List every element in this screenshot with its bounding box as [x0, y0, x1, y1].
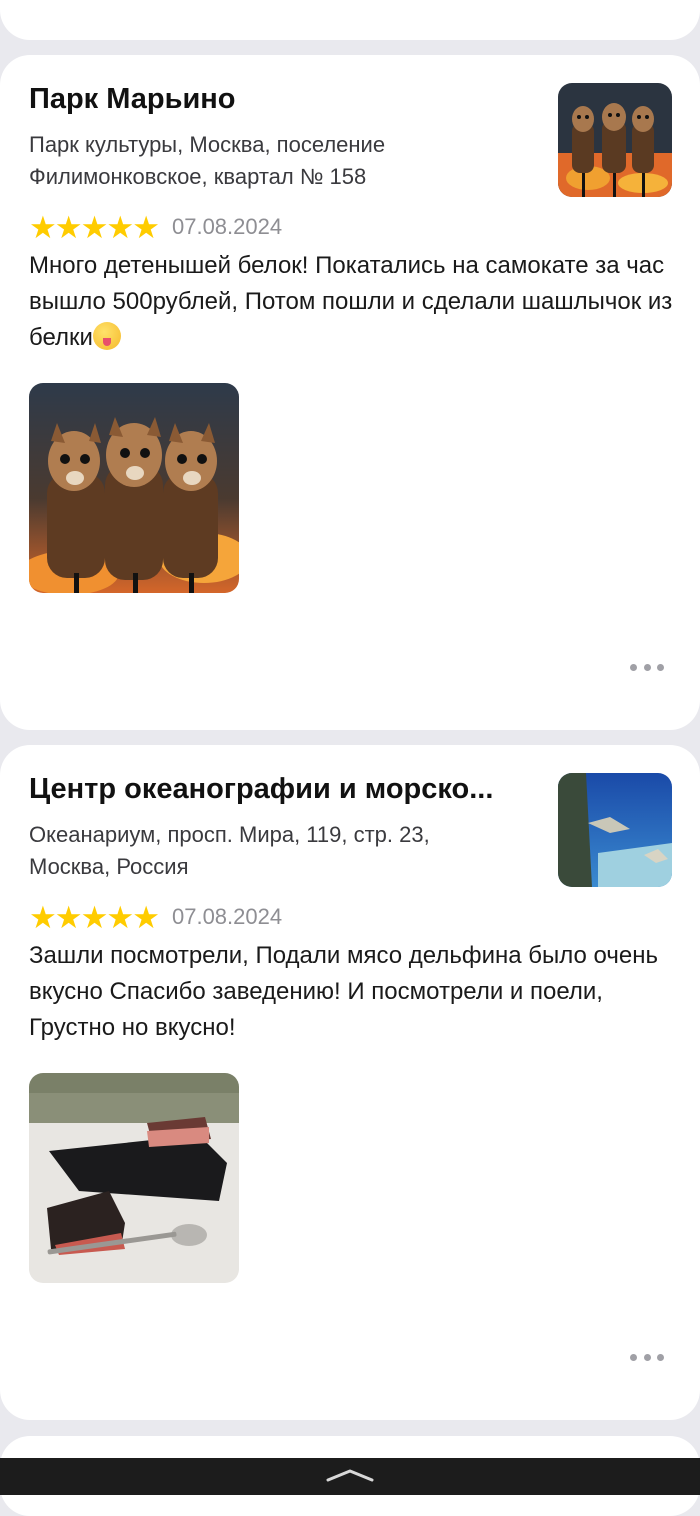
star-icon: ★ [106, 899, 135, 935]
place-thumbnail[interactable] [558, 83, 672, 197]
review-card[interactable]: Парк Марьино Парк культуры, Москва, посе… [0, 55, 700, 730]
yum-face-emoji-icon [92, 322, 121, 350]
review-card[interactable]: Центр океанографии и морско... Океанариу… [0, 745, 700, 1420]
star-icon: ★ [106, 209, 135, 245]
star-icon: ★ [132, 209, 160, 245]
review-photo[interactable] [29, 383, 239, 593]
previous-review-card [0, 0, 700, 40]
star-icon: ★ [54, 209, 83, 245]
star-icon: ★ [54, 899, 83, 935]
place-address: Океанариум, просп. Мира, 119, стр. 23, М… [29, 822, 430, 879]
star-icon: ★ [29, 209, 57, 245]
place-address: Парк культуры, Москва, поселение Филимон… [29, 132, 386, 189]
review-text: Зашли посмотрели, Подали мясо дельфина б… [29, 942, 658, 1041]
review-date: 07.08.2024 [171, 214, 283, 239]
star-icon: ★ [80, 899, 109, 935]
chevron-up-icon[interactable] [326, 1466, 374, 1484]
star-icon: ★ [29, 899, 57, 935]
review-text: Много детенышей белок! Покатались на сам… [29, 252, 673, 351]
review-date: 07.08.2024 [171, 904, 283, 929]
rating-row: ★ ★ ★ ★ ★ 07.08.2024 [29, 210, 282, 244]
more-options-icon[interactable] [630, 1345, 664, 1369]
place-title[interactable]: Парк Марьино [29, 83, 534, 116]
place-thumbnail[interactable] [558, 773, 672, 887]
rating-row: ★ ★ ★ ★ ★ 07.08.2024 [29, 900, 282, 934]
star-icon: ★ [132, 899, 160, 935]
more-options-icon[interactable] [630, 655, 664, 679]
star-icon: ★ [80, 209, 109, 245]
place-title[interactable]: Центр океанографии и морско... [29, 773, 534, 806]
review-photo[interactable] [29, 1073, 239, 1283]
